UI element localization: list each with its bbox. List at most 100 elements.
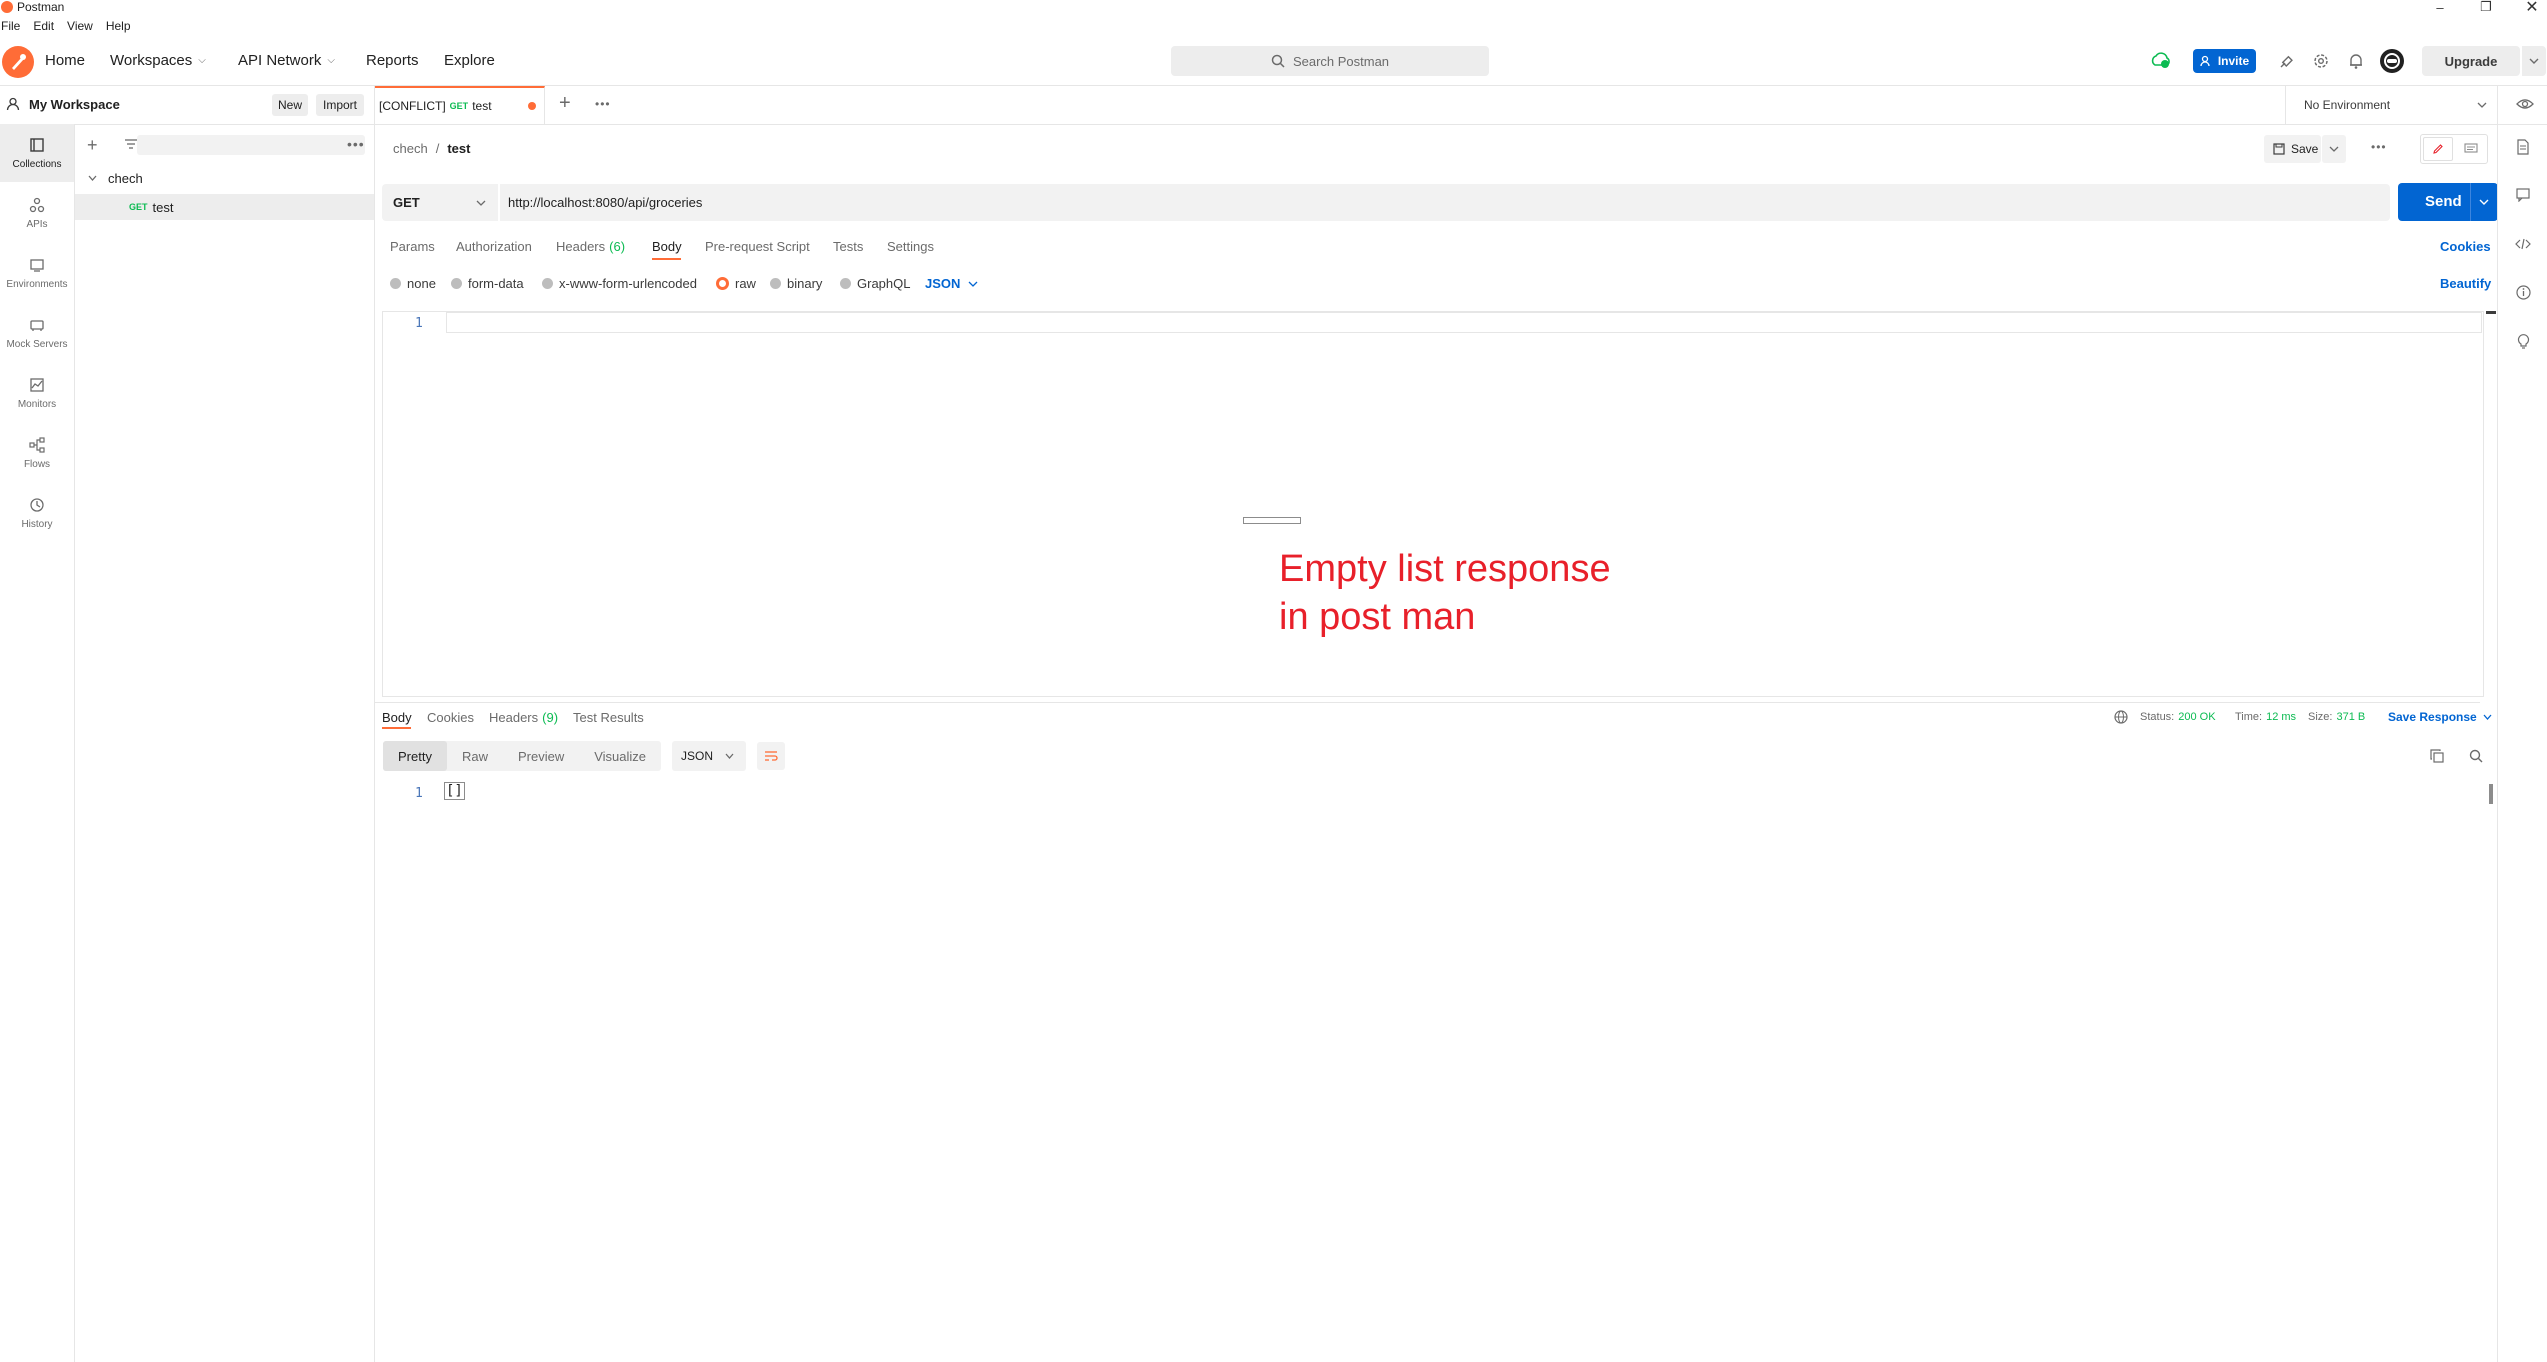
- sidebar-item-environments[interactable]: Environments: [0, 244, 74, 302]
- settings-gear-icon[interactable]: [2312, 52, 2330, 70]
- import-button[interactable]: Import: [316, 94, 364, 116]
- chevron-down-icon[interactable]: [476, 200, 486, 206]
- minimize-icon[interactable]: –: [2417, 0, 2463, 15]
- filter-icon[interactable]: [124, 138, 138, 150]
- postman-logo-icon[interactable]: [2, 46, 34, 78]
- body-type-form-data[interactable]: form-data: [451, 276, 524, 291]
- resize-handle[interactable]: [1243, 517, 1301, 524]
- more-options-icon[interactable]: •••: [347, 136, 365, 152]
- info-icon[interactable]: [2516, 285, 2531, 300]
- tab-headers[interactable]: Headers (6): [556, 239, 625, 254]
- right-sidebar: [2497, 86, 2547, 1362]
- upgrade-button[interactable]: Upgrade: [2422, 46, 2520, 76]
- url-input[interactable]: http://localhost:8080/api/groceries: [508, 195, 702, 210]
- sidebar-item-history[interactable]: History: [0, 484, 74, 542]
- notifications-bell-icon[interactable]: [2347, 52, 2365, 70]
- response-tab-cookies[interactable]: Cookies: [427, 710, 474, 725]
- new-button[interactable]: New: [272, 94, 308, 116]
- satellite-icon[interactable]: [2278, 52, 2296, 70]
- tab-params[interactable]: Params: [390, 239, 435, 254]
- request-more-icon[interactable]: •••: [2371, 140, 2387, 154]
- collection-filter-input[interactable]: [137, 135, 365, 155]
- editor-scroll-thumb[interactable]: [2486, 311, 2496, 314]
- response-tab-body[interactable]: Body: [382, 710, 412, 725]
- response-tab-test-results[interactable]: Test Results: [573, 710, 644, 725]
- search-input[interactable]: Search Postman: [1171, 46, 1489, 76]
- status-value[interactable]: 200 OK: [2178, 711, 2215, 723]
- environment-selector[interactable]: No Environment: [2285, 86, 2505, 124]
- size-value[interactable]: 371 B: [2336, 711, 2365, 723]
- tab-pre-request-script[interactable]: Pre-request Script: [705, 239, 810, 254]
- breadcrumb-request[interactable]: test: [447, 141, 470, 156]
- tab-body[interactable]: Body: [652, 239, 682, 254]
- code-icon[interactable]: [2515, 238, 2531, 250]
- collection-item[interactable]: chech: [75, 166, 374, 190]
- response-format-select[interactable]: JSON: [672, 741, 746, 771]
- apis-icon: [29, 197, 45, 212]
- method-select[interactable]: GET: [393, 195, 420, 210]
- new-tab-icon[interactable]: +: [559, 92, 571, 115]
- menu-file[interactable]: File: [1, 19, 20, 35]
- tab-conflict-label: [CONFLICT]: [379, 99, 446, 113]
- body-type-x-www-form-urlencoded[interactable]: x-www-form-urlencoded: [542, 276, 697, 291]
- documentation-icon[interactable]: [2516, 139, 2530, 155]
- nav-explore[interactable]: Explore: [444, 52, 495, 69]
- send-options-chevron-icon[interactable]: [2479, 199, 2489, 205]
- body-type-none[interactable]: none: [390, 276, 436, 291]
- sidebar-item-flows[interactable]: Flows: [0, 424, 74, 482]
- tab-tests[interactable]: Tests: [833, 239, 863, 254]
- beautify-link[interactable]: Beautify: [2440, 276, 2491, 291]
- menu-view[interactable]: View: [67, 19, 93, 35]
- save-response-button[interactable]: Save Response: [2388, 710, 2492, 724]
- tab-options-icon[interactable]: •••: [595, 97, 611, 111]
- send-label: Send: [2425, 193, 2462, 210]
- nav-reports[interactable]: Reports: [366, 52, 419, 69]
- sidebar-item-monitors[interactable]: Monitors: [0, 364, 74, 422]
- breadcrumb-collection[interactable]: chech: [393, 141, 428, 156]
- tab-settings[interactable]: Settings: [887, 239, 934, 254]
- comments-icon[interactable]: [2457, 139, 2485, 159]
- body-type-graphql[interactable]: GraphQL: [840, 276, 910, 291]
- cookies-link[interactable]: Cookies: [2440, 239, 2491, 254]
- sync-status-icon[interactable]: [2150, 51, 2172, 69]
- nav-workspaces[interactable]: Workspaces ⌵: [110, 52, 206, 69]
- body-format-select[interactable]: JSON: [925, 276, 978, 291]
- view-raw[interactable]: Raw: [447, 741, 503, 771]
- response-tab-headers[interactable]: Headers (9): [489, 710, 558, 725]
- comments-icon[interactable]: [2516, 188, 2530, 202]
- time-value[interactable]: 12 ms: [2266, 711, 2296, 723]
- wrap-lines-icon[interactable]: [757, 742, 785, 770]
- copy-icon[interactable]: [2430, 749, 2444, 763]
- radio-icon: [542, 278, 553, 289]
- edit-pencil-icon[interactable]: [2423, 137, 2453, 161]
- restore-icon[interactable]: ❐: [2463, 0, 2509, 14]
- response-scroll-thumb[interactable]: [2489, 784, 2493, 804]
- menu-help[interactable]: Help: [106, 19, 131, 35]
- tab-request-test[interactable]: [CONFLICT] GET test: [375, 86, 545, 124]
- view-pretty[interactable]: Pretty: [383, 741, 447, 771]
- send-button[interactable]: Send: [2398, 183, 2498, 221]
- add-collection-icon[interactable]: +: [87, 136, 98, 154]
- avatar[interactable]: [2380, 49, 2404, 73]
- nav-api-network[interactable]: API Network ⌵: [238, 52, 335, 69]
- nav-home[interactable]: Home: [45, 52, 85, 69]
- tab-authorization[interactable]: Authorization: [456, 239, 532, 254]
- upgrade-menu-chevron-icon[interactable]: [2522, 46, 2546, 76]
- sidebar-item-apis[interactable]: APIs: [0, 184, 74, 242]
- workspace-name[interactable]: My Workspace: [29, 97, 120, 112]
- menu-edit[interactable]: Edit: [33, 19, 54, 35]
- invite-button[interactable]: Invite: [2193, 49, 2256, 73]
- sidebar-item-mock-servers[interactable]: Mock Servers: [0, 304, 74, 362]
- view-preview[interactable]: Preview: [503, 741, 579, 771]
- body-type-raw[interactable]: raw: [716, 276, 756, 291]
- request-item[interactable]: GET test: [75, 194, 374, 220]
- lightbulb-icon[interactable]: [2517, 332, 2530, 349]
- save-options-chevron-icon[interactable]: [2322, 135, 2346, 163]
- response-body[interactable]: []: [444, 782, 465, 800]
- response-search-icon[interactable]: [2469, 749, 2483, 763]
- sidebar-item-collections[interactable]: Collections: [0, 124, 74, 182]
- view-visualize[interactable]: Visualize: [579, 741, 661, 771]
- body-type-binary[interactable]: binary: [770, 276, 822, 291]
- close-icon[interactable]: ✕: [2509, 0, 2547, 16]
- save-button[interactable]: Save: [2264, 135, 2321, 163]
